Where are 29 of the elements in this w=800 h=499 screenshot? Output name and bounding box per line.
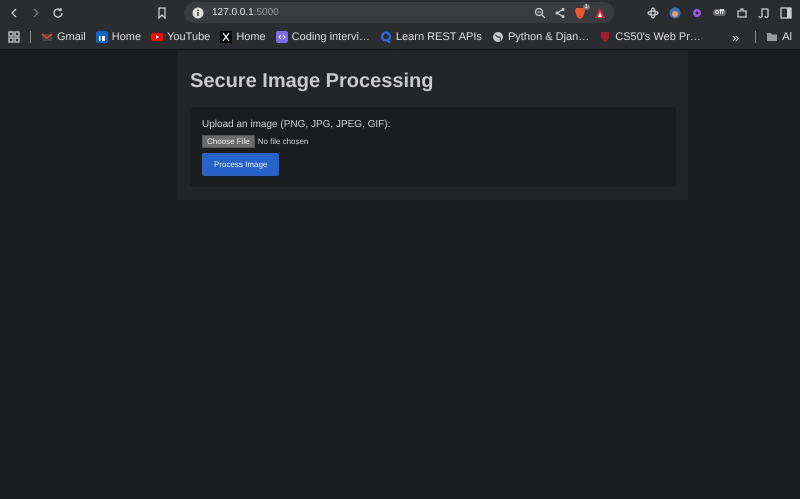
apps-icon[interactable]	[8, 31, 20, 43]
bookmark[interactable]: Learn REST APIs	[380, 31, 482, 43]
info-icon[interactable]	[192, 6, 204, 18]
page-title: Secure Image Processing	[190, 70, 434, 93]
more-bookmarks[interactable]: »	[732, 30, 740, 44]
process-image-button[interactable]: Process Image	[202, 153, 280, 176]
bookmark[interactable]: Python & Djan…	[492, 31, 590, 43]
music-icon[interactable]	[758, 6, 770, 18]
bookmark[interactable]: YouTube	[151, 31, 210, 43]
round-badge-icon[interactable]	[669, 6, 682, 18]
choose-file-button[interactable]: Choose File	[202, 135, 255, 148]
url-host: 127.0.0.1	[212, 7, 254, 18]
atom-icon[interactable]	[647, 6, 660, 18]
triangle-icon[interactable]	[594, 6, 606, 18]
folder-icon[interactable]	[766, 31, 778, 43]
zoom-out-icon[interactable]	[534, 6, 546, 18]
bookmark[interactable]: Gmail	[41, 31, 86, 43]
bookmark[interactable]: Home	[96, 31, 142, 43]
share-icon[interactable]	[554, 6, 566, 18]
bookmark-folder[interactable]: Al	[766, 31, 792, 43]
bookmark[interactable]: Coding intervi…	[276, 31, 370, 43]
bookmark[interactable]: CS50's Web Pr…	[599, 31, 701, 43]
lion-shield-icon[interactable]	[574, 6, 586, 18]
upload-label: Upload an image (PNG, JPG, JPEG, GIF):	[202, 119, 390, 130]
sidebar-icon[interactable]	[780, 6, 792, 18]
bookmark[interactable]: Home	[220, 31, 266, 43]
url-port: :5000	[254, 7, 279, 18]
reload-icon[interactable]	[52, 6, 64, 18]
file-status: No file chosen	[258, 137, 308, 146]
